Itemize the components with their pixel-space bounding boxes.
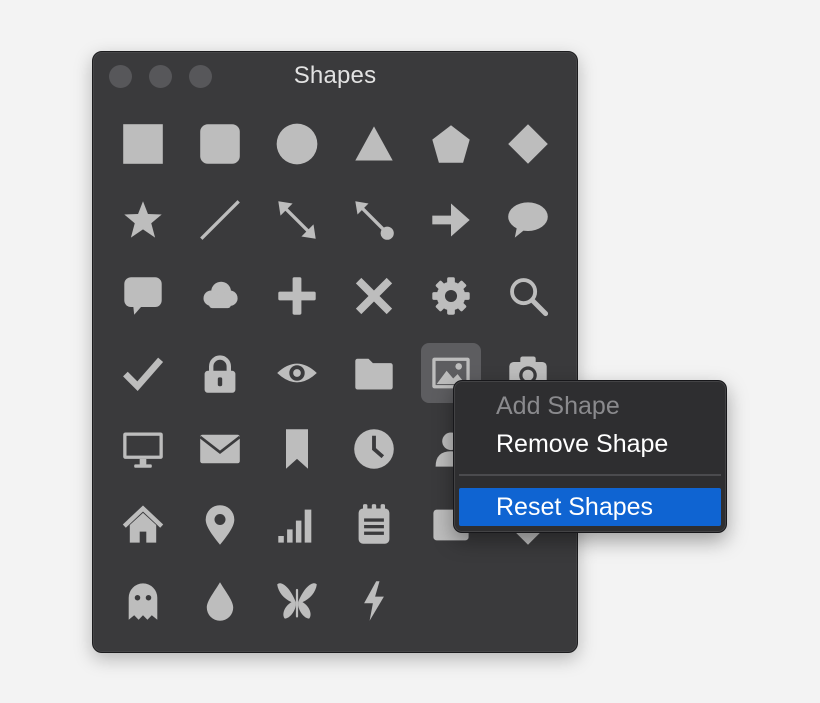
window-title: Shapes bbox=[293, 62, 377, 89]
x-icon[interactable] bbox=[344, 266, 404, 326]
cloud-icon[interactable] bbox=[190, 266, 250, 326]
line-with-dot-icon[interactable] bbox=[344, 190, 404, 250]
square-icon[interactable] bbox=[113, 114, 173, 174]
ghost-icon[interactable] bbox=[113, 571, 173, 631]
context-menu: Add Shape Remove Shape Reset Shapes bbox=[453, 380, 727, 533]
circle-icon[interactable] bbox=[267, 114, 327, 174]
envelope-icon[interactable] bbox=[190, 419, 250, 479]
lock-icon[interactable] bbox=[190, 343, 250, 403]
eye-icon[interactable] bbox=[267, 343, 327, 403]
reset-shapes-menu-item[interactable]: Reset Shapes bbox=[459, 488, 721, 526]
rounded-square-icon[interactable] bbox=[190, 114, 250, 174]
magnifier-icon[interactable] bbox=[498, 266, 558, 326]
triangle-icon[interactable] bbox=[344, 114, 404, 174]
right-arrow-icon[interactable] bbox=[421, 190, 481, 250]
double-arrow-line-icon[interactable] bbox=[267, 190, 327, 250]
drop-icon[interactable] bbox=[190, 571, 250, 631]
pentagon-icon[interactable] bbox=[421, 114, 481, 174]
checkmark-icon[interactable] bbox=[113, 343, 173, 403]
gear-icon[interactable] bbox=[421, 266, 481, 326]
house-icon[interactable] bbox=[113, 495, 173, 555]
folder-icon[interactable] bbox=[344, 343, 404, 403]
speech-bubble-icon[interactable] bbox=[498, 190, 558, 250]
bookmark-icon[interactable] bbox=[267, 419, 327, 479]
monitor-icon[interactable] bbox=[113, 419, 173, 479]
shapes-window: Shapes bbox=[92, 51, 578, 653]
diamond-icon[interactable] bbox=[498, 114, 558, 174]
menu-separator bbox=[459, 474, 721, 476]
location-pin-icon[interactable] bbox=[190, 495, 250, 555]
notepad-icon[interactable] bbox=[344, 495, 404, 555]
signal-bars-icon[interactable] bbox=[267, 495, 327, 555]
remove-shape-menu-item[interactable]: Remove Shape bbox=[459, 425, 721, 463]
lightning-icon[interactable] bbox=[344, 571, 404, 631]
chat-bubble-icon[interactable] bbox=[113, 266, 173, 326]
add-shape-menu-item[interactable]: Add Shape bbox=[459, 387, 721, 425]
clock-icon[interactable] bbox=[344, 419, 404, 479]
title-bar[interactable]: Shapes bbox=[93, 52, 577, 98]
plus-icon[interactable] bbox=[267, 266, 327, 326]
line-icon[interactable] bbox=[190, 190, 250, 250]
butterfly-icon[interactable] bbox=[267, 571, 327, 631]
star-icon[interactable] bbox=[113, 190, 173, 250]
